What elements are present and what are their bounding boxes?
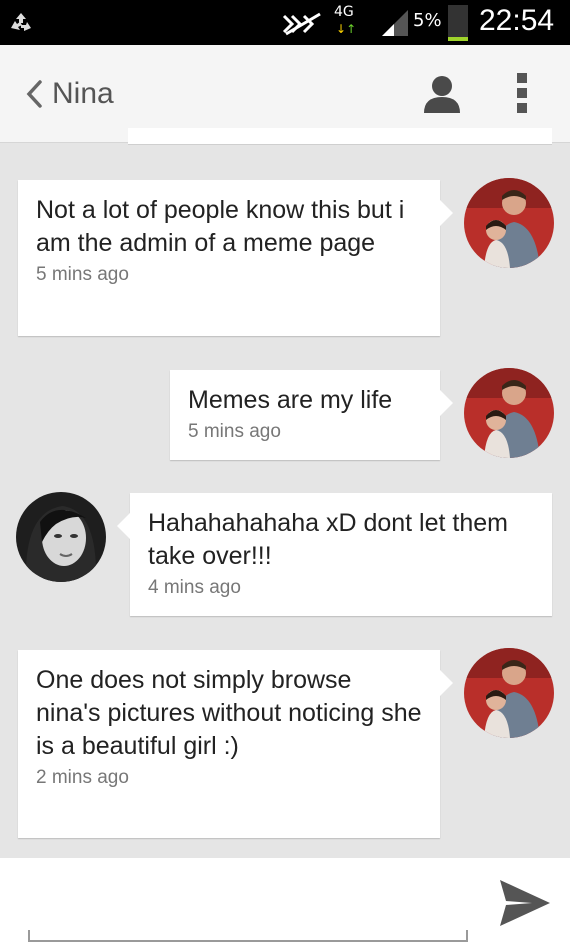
avatar[interactable]: [464, 178, 554, 268]
send-icon[interactable]: [498, 878, 552, 928]
message-composer: [0, 858, 570, 950]
avatar[interactable]: [16, 492, 106, 582]
avatar[interactable]: [464, 368, 554, 458]
battery-percent: 5%: [413, 10, 442, 31]
message-time: 2 mins ago: [36, 767, 129, 788]
message-text: Not a lot of people know this but i am t…: [36, 196, 405, 257]
message-bubble[interactable]: Memes are my life 5 mins ago: [170, 370, 453, 460]
data-activity-icon: ↓↑: [336, 22, 357, 36]
person-icon[interactable]: [424, 75, 460, 113]
chevron-left-icon[interactable]: [24, 79, 44, 109]
overflow-menu-icon[interactable]: [515, 71, 529, 115]
message-time: 5 mins ago: [188, 421, 281, 442]
no-signal-icon: [282, 12, 321, 36]
avatar[interactable]: [464, 648, 554, 738]
status-bar: 4G ↓↑ 5% 22:54: [0, 0, 570, 45]
contact-name[interactable]: Nina: [52, 77, 114, 111]
recycle-icon: [11, 13, 31, 31]
input-underline: [28, 930, 468, 942]
message-bubble[interactable]: Hahahahahaha xD dont let them take over!…: [117, 493, 552, 616]
message-text: Hahahahahaha xD dont let them take over!…: [148, 509, 508, 570]
message-input[interactable]: [34, 898, 458, 930]
signal-strength-icon: [382, 10, 408, 36]
message-text: Memes are my life: [188, 386, 393, 414]
battery-icon: [448, 5, 468, 41]
clock: 22:54: [479, 4, 555, 37]
message-time: 4 mins ago: [148, 577, 241, 598]
message-text: One does not simply browse nina's pictur…: [36, 666, 422, 760]
message-time: 5 mins ago: [36, 264, 129, 285]
message-bubble[interactable]: Not a lot of people know this but i am t…: [18, 180, 453, 336]
battery-level: [448, 37, 468, 41]
network-type: 4G: [334, 4, 354, 20]
message-bubble[interactable]: One does not simply browse nina's pictur…: [18, 650, 453, 838]
previous-message-card: [128, 128, 552, 145]
